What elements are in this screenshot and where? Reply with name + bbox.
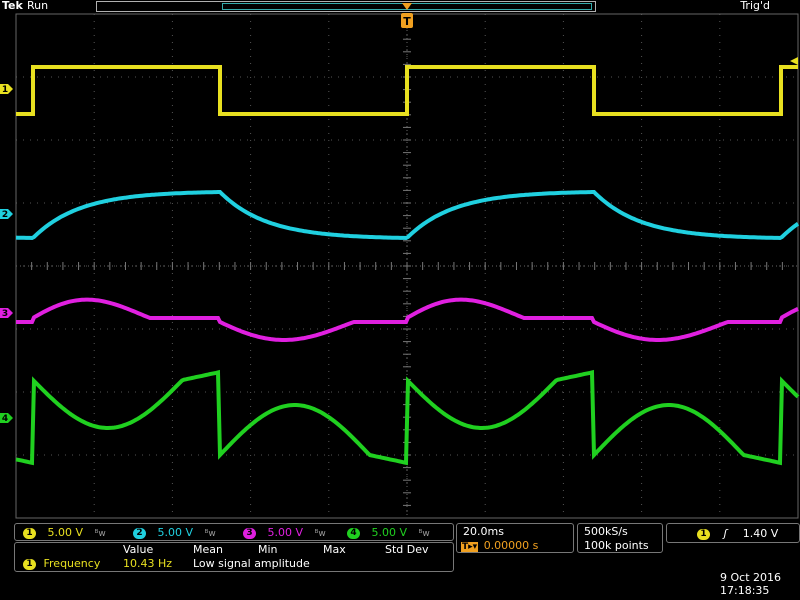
ch4-scale: 4 5.00 V ᴮw — [347, 526, 430, 539]
ch1-badge: 1 — [23, 527, 36, 539]
trigger-readout[interactable]: 1 ʃ 1.40 V — [666, 523, 800, 543]
trigger-level: 1.40 V — [742, 527, 779, 540]
datetime-readout: 9 Oct 2016 17:18:35 — [708, 569, 800, 599]
meas-note: Low signal amplitude — [193, 557, 310, 570]
meas-header-mean: Mean — [193, 543, 223, 556]
measurement-readout[interactable]: Value Mean Min Max Std Dev 1 Frequency 1… — [14, 542, 454, 572]
svg-text:1: 1 — [2, 85, 8, 95]
date: 9 Oct 2016 — [720, 571, 782, 584]
bandwidth-limit-icon: ᴮw — [314, 529, 326, 539]
time: 17:18:35 — [720, 584, 770, 597]
channel-2-marker[interactable]: 2 — [0, 209, 13, 220]
meas-header-max: Max — [323, 543, 346, 556]
channel-4-waveform — [15, 369, 800, 466]
trigger-level-arrow[interactable] — [790, 57, 798, 65]
ch2-badge: 2 — [133, 527, 146, 539]
meas-header-value: Value — [123, 543, 154, 556]
svg-text:2: 2 — [2, 210, 8, 220]
channel-3-marker[interactable]: 3 — [0, 308, 13, 319]
meas-header-stddev: Std Dev — [385, 543, 429, 556]
acquisition-readout[interactable]: 500kS/s 100k points — [577, 523, 663, 553]
meas-row-frequency: 1 Frequency — [23, 557, 100, 570]
bandwidth-limit-icon: ᴮw — [418, 529, 430, 539]
trigger-source-badge: 1 — [697, 528, 710, 540]
channel-4-marker[interactable]: 4 — [0, 413, 13, 424]
meas-channel-badge: 1 — [23, 558, 36, 570]
svg-text:T: T — [403, 15, 411, 28]
meas-value: 10.43 Hz — [123, 557, 173, 570]
bandwidth-limit-icon: ᴮw — [94, 529, 106, 539]
channel-1-marker[interactable]: 1 — [0, 84, 13, 95]
timebase-readout[interactable]: 20.0ms T▸▾ 0.00000 s — [456, 523, 574, 553]
sample-rate: 500kS/s — [584, 525, 628, 538]
record-length: 100k points — [584, 539, 649, 552]
readout-panel: 1 5.00 V ᴮw 2 5.00 V ᴮw 3 5.00 V ᴮw 4 5.… — [0, 520, 800, 600]
trigger-position-marker[interactable]: T — [401, 3, 413, 28]
waveform-display[interactable]: T 1 2 3 4 — [0, 0, 800, 520]
svg-text:4: 4 — [2, 414, 8, 424]
meas-header-min: Min — [258, 543, 278, 556]
ch3-badge: 3 — [243, 527, 256, 539]
horizontal-scale: 20.0ms — [463, 525, 504, 538]
ch4-badge: 4 — [347, 527, 360, 539]
channel-1-waveform — [16, 65, 798, 116]
ch3-scale: 3 5.00 V ᴮw — [243, 526, 326, 539]
bandwidth-limit-icon: ᴮw — [204, 529, 216, 539]
channel-3-waveform — [16, 297, 799, 342]
channel-scale-readout[interactable]: 1 5.00 V ᴮw 2 5.00 V ᴮw 3 5.00 V ᴮw 4 5.… — [14, 523, 454, 541]
ch2-scale: 2 5.00 V ᴮw — [133, 526, 216, 539]
trigger-settings: 1 ʃ 1.40 V — [697, 527, 778, 540]
ch1-scale: 1 5.00 V ᴮw — [23, 526, 106, 539]
trigger-position-icon: T▸▾ — [461, 542, 479, 552]
meas-name: Frequency — [43, 557, 101, 570]
trigger-position: T▸▾ 0.00000 s — [461, 539, 539, 552]
rising-edge-icon: ʃ — [723, 527, 728, 540]
svg-text:3: 3 — [2, 309, 8, 319]
